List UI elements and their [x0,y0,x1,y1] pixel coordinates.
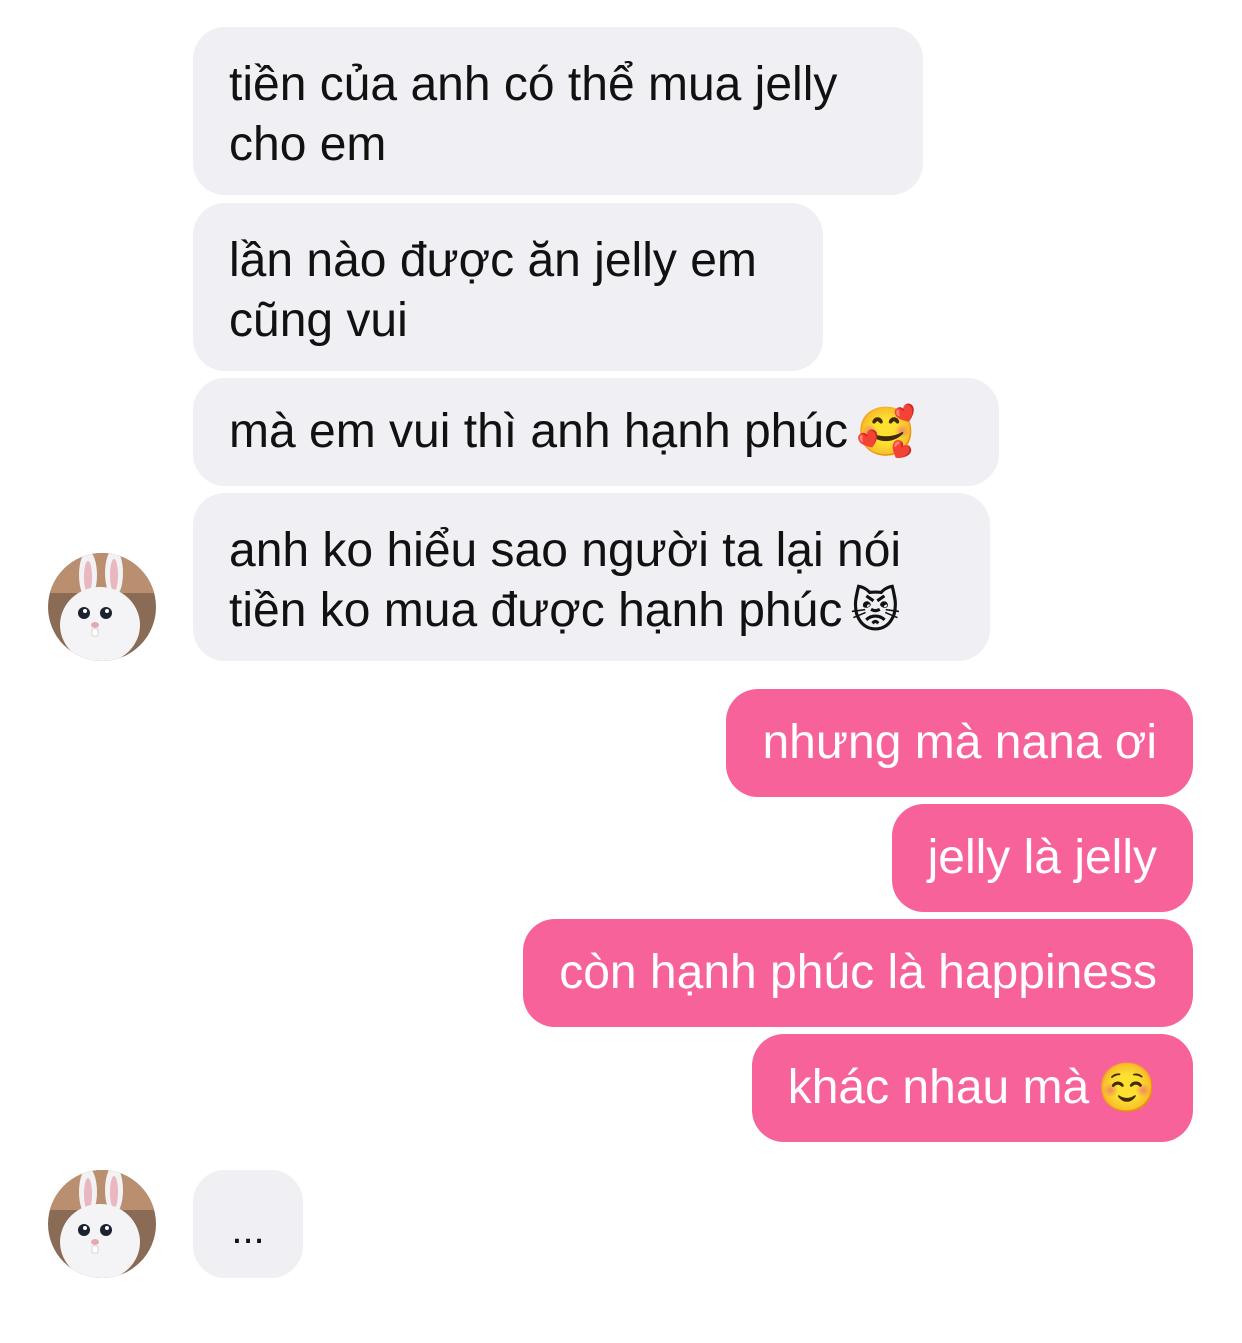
message-text: còn hạnh phúc là happiness [559,946,1157,999]
incoming-message-bubble[interactable]: lần nào được ăn jelly em cũng vui [193,203,823,371]
message-text-line: cho em [229,118,387,171]
typing-indicator-text: ... [231,1208,265,1252]
message-text-line: lần nào được ăn jelly em [229,234,757,287]
incoming-message-bubble[interactable]: tiền của anh có thể mua jelly cho em [193,27,923,195]
bunny-avatar-icon [48,553,156,661]
message-text: jelly là jelly [927,831,1157,884]
outgoing-message-bubble[interactable]: khác nhau mà ☺️ [751,1034,1193,1142]
incoming-message-bubble[interactable]: anh ko hiểu sao người ta lại nói tiền ko… [193,493,990,661]
smiling-face-icon: ☺️ [1097,1060,1157,1116]
bunny-avatar-icon [48,1170,156,1278]
message-text-line: cũng vui [229,294,408,347]
message-text-line: tiền ko mua được hạnh phúc 😾 [229,581,954,641]
message-text: mà em vui thì anh hạnh phúc [229,405,849,458]
incoming-message-bubble[interactable]: mà em vui thì anh hạnh phúc 🥰 [193,378,999,486]
pouting-cat-icon: 😾 [850,583,901,639]
outgoing-message-bubble[interactable]: còn hạnh phúc là happiness [523,919,1193,1027]
smiling-face-with-hearts-icon: 🥰 [856,404,916,460]
contact-avatar[interactable] [48,1170,156,1278]
contact-avatar[interactable] [48,553,156,661]
typing-indicator-bubble[interactable]: ... [193,1170,303,1278]
message-text: khác nhau mà [787,1061,1090,1114]
message-text-line: anh ko hiểu sao người ta lại nói [229,524,902,577]
outgoing-message-bubble[interactable]: jelly là jelly [891,804,1193,912]
message-text-line: tiền của anh có thể mua jelly [229,58,838,111]
message-text: tiền ko mua được hạnh phúc [229,584,843,637]
message-text: nhưng mà nana ơi [762,716,1157,769]
outgoing-message-bubble[interactable]: nhưng mà nana ơi [726,689,1193,797]
